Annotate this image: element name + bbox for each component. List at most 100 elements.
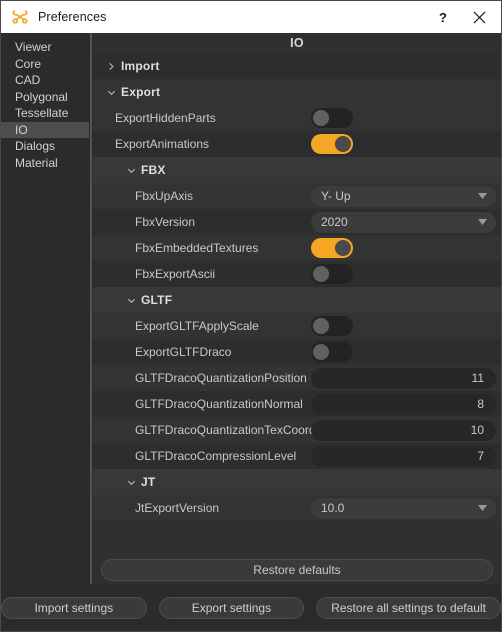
setting-row-fbxupaxis: FbxUpAxis Y- Up (93, 183, 501, 209)
setting-control (311, 264, 353, 284)
number-input-gltfdracocompressionlevel[interactable]: 7 (311, 445, 496, 467)
setting-label: ExportGLTFDraco (135, 345, 232, 359)
setting-row-gltfdracoquantizationnormal: GLTFDracoQuantizationNormal 8 (93, 391, 501, 417)
setting-label: GLTFDracoQuantizationTexCoord (135, 423, 316, 437)
toggle-knob (313, 110, 329, 126)
number-value: 10 (470, 423, 484, 437)
close-icon[interactable] (461, 2, 497, 32)
setting-label: ExportHiddenParts (115, 111, 216, 125)
number-input-gltfdracoquantizationnormal[interactable]: 8 (311, 393, 496, 415)
toggle-fbxembeddedtextures[interactable] (311, 238, 353, 258)
setting-label: JtExportVersion (135, 501, 220, 515)
toggle-exportgltfapplyscale[interactable] (311, 316, 353, 336)
toggle-knob (335, 240, 351, 256)
sidebar-item-dialogs[interactable]: Dialogs (1, 138, 89, 155)
restore-all-settings-button[interactable]: Restore all settings to default (316, 596, 501, 619)
sidebar-item-viewer[interactable]: Viewer (1, 39, 89, 56)
number-value: 11 (471, 371, 484, 385)
setting-label: FbxExportAscii (135, 267, 216, 281)
setting-label: ExportAnimations (115, 137, 210, 151)
group-header-export[interactable]: Export (93, 79, 501, 105)
setting-row-exportanimations: ExportAnimations (93, 131, 501, 157)
setting-control (311, 108, 353, 128)
restore-defaults-button[interactable]: Restore defaults (101, 559, 493, 581)
sidebar-item-label: Material (15, 155, 58, 170)
setting-row-exportgltfapplyscale: ExportGLTFApplyScale (93, 313, 501, 339)
group-label: Import (121, 59, 160, 73)
toggle-exportgltfdraco[interactable] (311, 342, 353, 362)
setting-row-jtexportversion: JtExportVersion 10.0 (93, 495, 501, 521)
setting-row-exportgltfdraco: ExportGLTFDraco (93, 339, 501, 365)
window-title: Preferences (38, 10, 107, 24)
toggle-fbxexportascii[interactable] (311, 264, 353, 284)
chevron-down-icon (478, 219, 487, 225)
setting-control: 11 (311, 367, 496, 389)
export-settings-button[interactable]: Export settings (158, 596, 305, 619)
dropdown-fbxversion[interactable]: 2020 (311, 211, 496, 233)
setting-row-gltfdracoquantizationposition: GLTFDracoQuantizationPosition 11 (93, 365, 501, 391)
number-value: 7 (477, 449, 484, 463)
dropdown-fbxupaxis[interactable]: Y- Up (311, 185, 496, 207)
page-title: IO (93, 33, 501, 53)
setting-control: 7 (311, 445, 496, 467)
sidebar-item-label: IO (15, 122, 28, 137)
setting-row-fbxversion: FbxVersion 2020 (93, 209, 501, 235)
setting-control (311, 316, 353, 336)
section-header-jt[interactable]: JT (93, 469, 501, 495)
sidebar-item-label: CAD (15, 73, 41, 88)
sidebar-item-label: Viewer (15, 40, 52, 55)
toggle-exportanimations[interactable] (311, 134, 353, 154)
setting-label: GLTFDracoQuantizationPosition (135, 371, 307, 385)
setting-row-fbxembeddedtextures: FbxEmbeddedTextures (93, 235, 501, 261)
group-header-import[interactable]: Import (93, 53, 501, 79)
sidebar-item-tessellate[interactable]: Tessellate (1, 105, 89, 122)
setting-control (311, 342, 353, 362)
setting-control (311, 134, 353, 154)
setting-control: Y- Up (311, 185, 496, 207)
section-label: FBX (141, 163, 166, 177)
setting-label: GLTFDracoQuantizationNormal (135, 397, 303, 411)
sidebar-item-material[interactable]: Material (1, 155, 89, 172)
setting-control: 2020 (311, 211, 496, 233)
setting-row-exporthiddenparts: ExportHiddenParts (93, 105, 501, 131)
number-value: 8 (477, 397, 484, 411)
setting-label: FbxVersion (135, 215, 196, 229)
sidebar-item-io[interactable]: IO (1, 121, 89, 138)
setting-label: FbxUpAxis (135, 189, 194, 203)
chevron-down-icon (101, 88, 121, 97)
dropdown-value: 2020 (321, 215, 348, 229)
preferences-window: Preferences ? Viewer Core CAD Polygonal … (0, 0, 502, 632)
group-label: Export (121, 85, 161, 99)
dropdown-value: Y- Up (321, 189, 351, 203)
sidebar-item-cad[interactable]: CAD (1, 72, 89, 89)
setting-row-gltfdracoquantizationtexcoord: GLTFDracoQuantizationTexCoord 10 (93, 417, 501, 443)
section-header-fbx[interactable]: FBX (93, 157, 501, 183)
settings-list: Import Export ExportHiddenParts ExportAn… (93, 53, 501, 584)
setting-row-fbxexportascii: FbxExportAscii (93, 261, 501, 287)
chevron-down-icon (121, 478, 141, 487)
setting-label: FbxEmbeddedTextures (135, 241, 259, 255)
number-input-gltfdracoquantizationtexcoord[interactable]: 10 (311, 419, 496, 441)
help-button[interactable]: ? (425, 2, 461, 32)
setting-control: 10 (311, 419, 496, 441)
dropdown-jtexportversion[interactable]: 10.0 (311, 497, 496, 519)
footer-bar: Import settings Export settings Restore … (1, 584, 501, 631)
import-settings-button[interactable]: Import settings (1, 596, 147, 619)
toggle-knob (313, 344, 329, 360)
setting-control (311, 238, 353, 258)
sidebar-item-label: Dialogs (15, 139, 56, 154)
setting-label: GLTFDracoCompressionLevel (135, 449, 297, 463)
sidebar-item-label: Tessellate (15, 106, 69, 121)
section-header-gltf[interactable]: GLTF (93, 287, 501, 313)
chevron-down-icon (478, 193, 487, 199)
dropdown-value: 10.0 (321, 501, 345, 515)
chevron-down-icon (121, 296, 141, 305)
number-input-gltfdracoquantizationposition[interactable]: 11 (311, 367, 496, 389)
setting-control: 10.0 (311, 497, 496, 519)
sidebar: Viewer Core CAD Polygonal Tessellate IO … (1, 33, 89, 584)
sidebar-item-polygonal[interactable]: Polygonal (1, 89, 89, 106)
chevron-down-icon (121, 166, 141, 175)
toggle-exporthiddenparts[interactable] (311, 108, 353, 128)
chevron-right-icon (101, 62, 121, 71)
sidebar-item-core[interactable]: Core (1, 56, 89, 73)
